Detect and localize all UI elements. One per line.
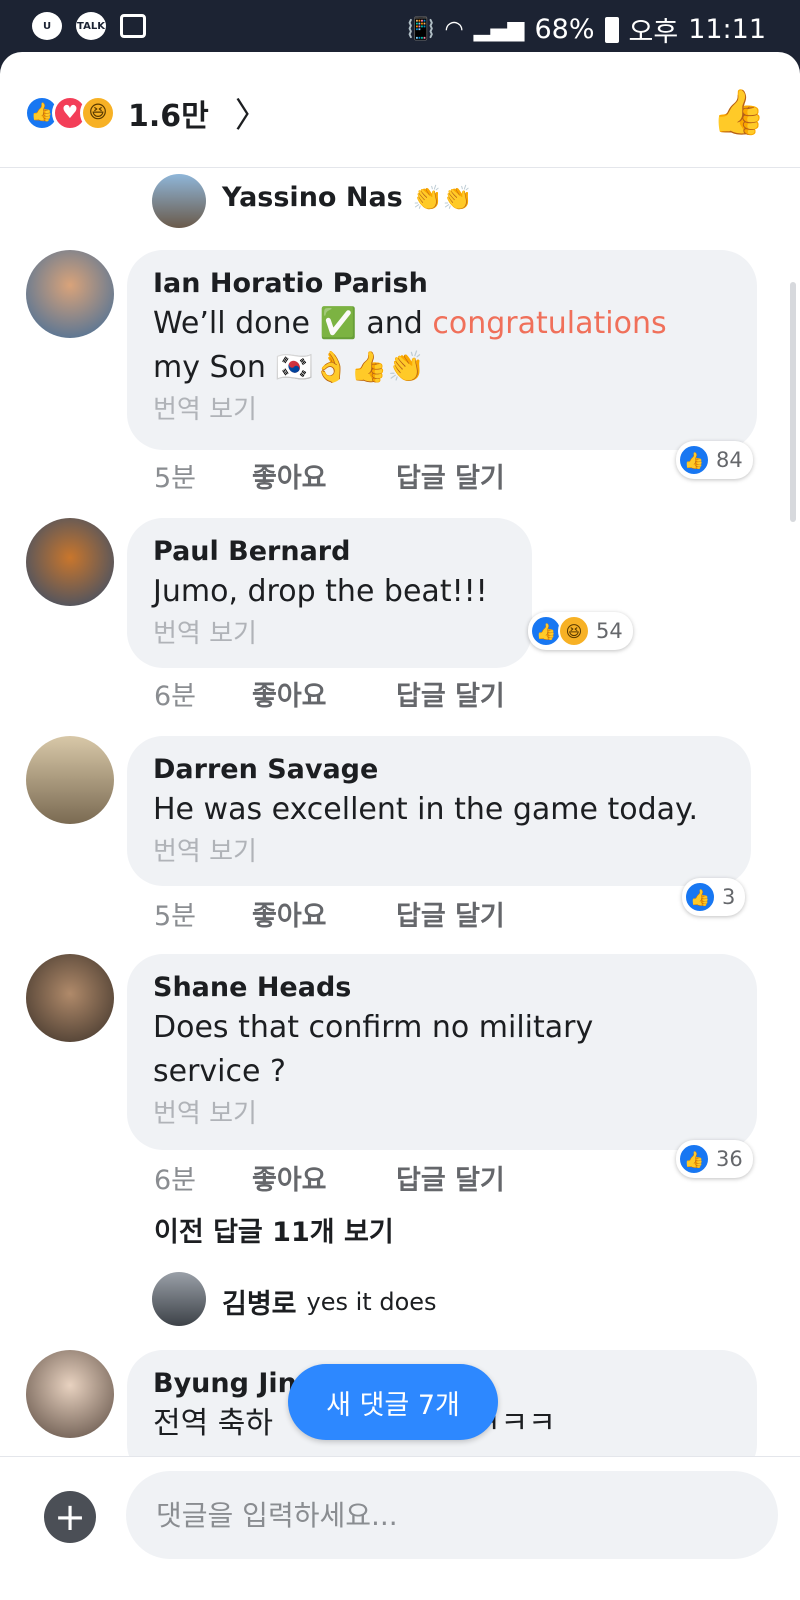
comment-text: Jumo, drop the beat!!!	[153, 574, 488, 609]
reactions-header: 👍 ♥ 😆 1.6만 〉 👍	[0, 52, 800, 168]
translate-link[interactable]: 번역 보기	[153, 832, 725, 872]
wifi-icon: ◠	[444, 17, 464, 42]
like-action[interactable]: 좋아요	[252, 894, 396, 933]
reaction-count: 1.6만	[128, 98, 209, 134]
like-reaction-icon: 👍	[684, 881, 716, 913]
translate-link[interactable]: 번역 보기	[153, 614, 506, 654]
chevron-right-icon: 〉	[234, 96, 269, 136]
comment-bubble: Paul Bernard Jumo, drop the beat!!! 번역 보…	[127, 518, 532, 668]
like-reaction-icon: 👍	[678, 444, 710, 476]
comment-time: 6분	[154, 1165, 197, 1196]
comment-author[interactable]: Paul Bernard	[153, 534, 506, 570]
comment-input[interactable]	[126, 1471, 778, 1559]
reply-author[interactable]: Yassino Nas	[222, 182, 403, 213]
plus-icon[interactable]: +	[44, 1491, 96, 1543]
status-bar: U TALK 📳 ◠ ▂▄▆ 68% 오후 11:11	[0, 0, 800, 52]
status-left-icons: U TALK	[32, 12, 146, 40]
reply-text: 👏👏	[412, 183, 473, 212]
comment-bubble: Ian Horatio Parish We’ll done ✅ and cong…	[127, 250, 757, 450]
kakaotalk-icon: TALK	[76, 12, 106, 40]
like-button-icon[interactable]: 👍	[711, 86, 766, 138]
avatar[interactable]	[26, 518, 114, 606]
like-action[interactable]: 좋아요	[252, 456, 396, 495]
comment-text: He was excellent in the game today.	[153, 792, 699, 827]
battery-icon	[604, 16, 619, 43]
comment-author[interactable]: Ian Horatio Parish	[153, 266, 731, 302]
reply-action[interactable]: 답글 달기	[396, 894, 505, 933]
comment-time: 5분	[154, 901, 197, 932]
comment-text: We’ll done ✅ and congratulations my Son 🇰…	[153, 306, 667, 385]
haha-reaction-icon: 😆	[558, 615, 590, 647]
comment-bubble: Shane Heads Does that confirm no militar…	[127, 954, 757, 1150]
comment-actions: 6분 좋아요 답글 달기	[154, 674, 505, 713]
comment-reactions[interactable]: 👍 3	[682, 878, 746, 916]
reactions-summary[interactable]: 👍 ♥ 😆 1.6만 〉	[24, 88, 269, 137]
comment-bubble: Darren Savage He was excellent in the ga…	[127, 736, 751, 886]
reply-text: yes it does	[306, 1287, 437, 1316]
comment-reactions[interactable]: 👍 84	[676, 441, 753, 479]
translate-link[interactable]: 번역 보기	[153, 1094, 731, 1134]
comment-text: Does that confirm no military service ?	[153, 1010, 594, 1089]
comments-sheet: 👍 ♥ 😆 1.6만 〉 👍 Yassino Nas 👏👏 Ian Horati…	[0, 52, 800, 1600]
clock-ampm: 오후	[628, 17, 679, 48]
status-right: 📳 ◠ ▂▄▆ 68% 오후 11:11	[407, 10, 766, 49]
reply-action[interactable]: 답글 달기	[396, 674, 505, 713]
comment-actions: 6분 좋아요 답글 달기	[154, 1158, 505, 1197]
like-reaction-icon: 👍	[678, 1143, 710, 1175]
reply-row: 김병로 yes it does	[152, 1282, 437, 1321]
comment-author[interactable]: Darren Savage	[153, 752, 725, 788]
reply-author[interactable]: 김병로	[222, 1282, 297, 1321]
u-plus-icon: U	[32, 12, 62, 40]
avatar[interactable]	[26, 954, 114, 1042]
signal-icon: ▂▄▆	[473, 17, 525, 42]
like-action[interactable]: 좋아요	[252, 674, 396, 713]
avatar[interactable]	[26, 736, 114, 824]
like-action[interactable]: 좋아요	[252, 1158, 396, 1197]
scrollbar[interactable]	[790, 282, 796, 522]
battery-percent: 68%	[534, 14, 595, 45]
vibrate-icon: 📳	[407, 17, 435, 42]
gallery-icon	[120, 14, 146, 38]
avatar[interactable]	[26, 1350, 114, 1438]
avatar[interactable]	[26, 250, 114, 338]
reply-action[interactable]: 답글 달기	[396, 456, 505, 495]
clock-time: 11:11	[688, 14, 766, 45]
comment-author[interactable]: Shane Heads	[153, 970, 731, 1006]
view-previous-replies[interactable]: 이전 답글 11개 보기	[154, 1210, 394, 1249]
comment-time: 6분	[154, 681, 197, 712]
reply-action[interactable]: 답글 달기	[396, 1158, 505, 1197]
reply-row: Yassino Nas 👏👏	[152, 182, 473, 213]
comment-time: 5분	[154, 463, 197, 494]
haha-reaction-icon: 😆	[80, 94, 116, 131]
comment-actions: 5분 좋아요 답글 달기	[154, 894, 505, 933]
comment-reactions[interactable]: 👍 😆 54	[528, 612, 633, 650]
comment-composer: +	[0, 1456, 800, 1600]
comment-actions: 5분 좋아요 답글 달기	[154, 456, 505, 495]
translate-link[interactable]: 번역 보기	[153, 390, 731, 430]
comment-reactions[interactable]: 👍 36	[676, 1140, 753, 1178]
new-comments-button[interactable]: 새 댓글 7개	[288, 1364, 498, 1440]
